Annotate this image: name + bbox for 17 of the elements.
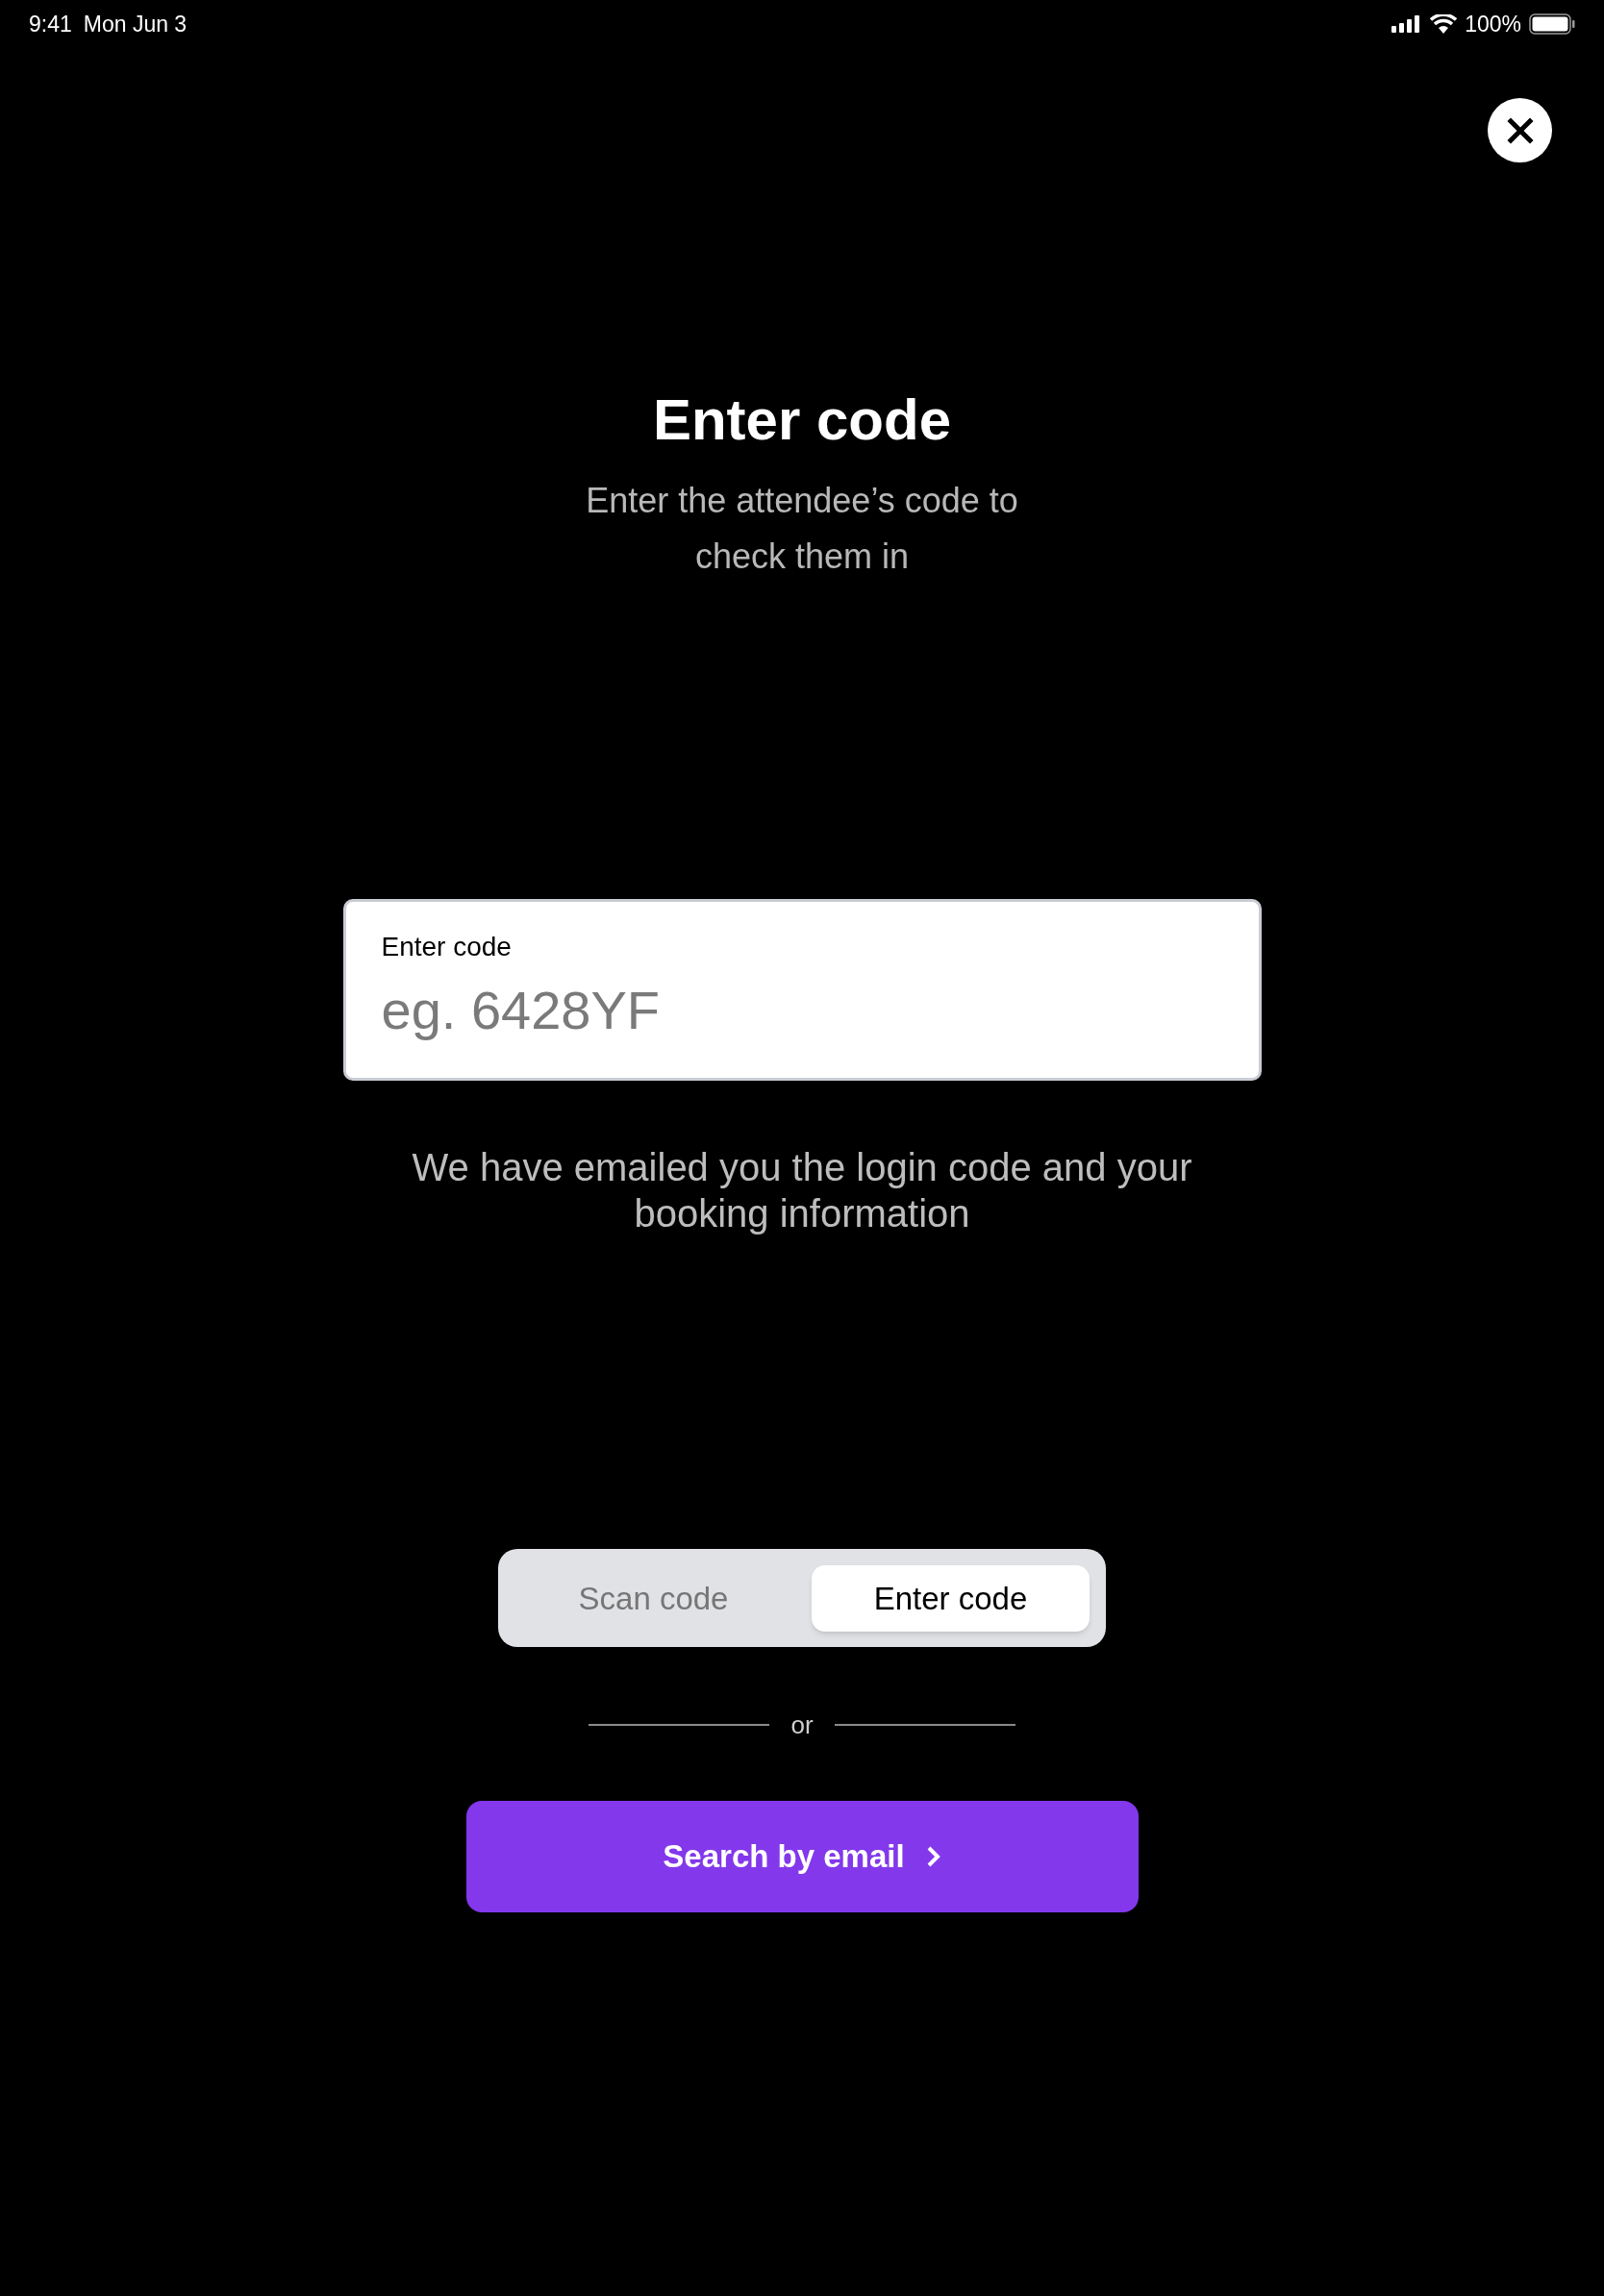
helper-text: We have emailed you the login code and your booking information — [411, 1145, 1193, 1236]
status-time: 9:41 — [29, 10, 72, 38]
divider-label: or — [790, 1709, 814, 1741]
chevron-right-icon — [925, 1845, 941, 1868]
close-icon — [1506, 116, 1534, 144]
mode-tab[interactable]: Scan code — [514, 1565, 792, 1632]
search-by-email-button[interactable]: Search by email — [465, 1801, 1139, 1912]
mode-tab[interactable]: Enter code — [812, 1565, 1090, 1632]
page-title: Enter code — [652, 387, 952, 454]
battery-icon — [1529, 13, 1575, 35]
code-field[interactable]: Enter code eg. 6428YF — [342, 899, 1262, 1081]
code-input[interactable]: eg. 6428YF — [381, 979, 1223, 1042]
page-subtitle: Enter the attendee’s code to check them in — [585, 480, 1019, 578]
field-label: Enter code — [381, 931, 513, 963]
wifi-icon — [1430, 14, 1458, 34]
battery-percent: 100% — [1465, 10, 1521, 38]
status-date: Mon Jun 3 — [83, 10, 188, 38]
